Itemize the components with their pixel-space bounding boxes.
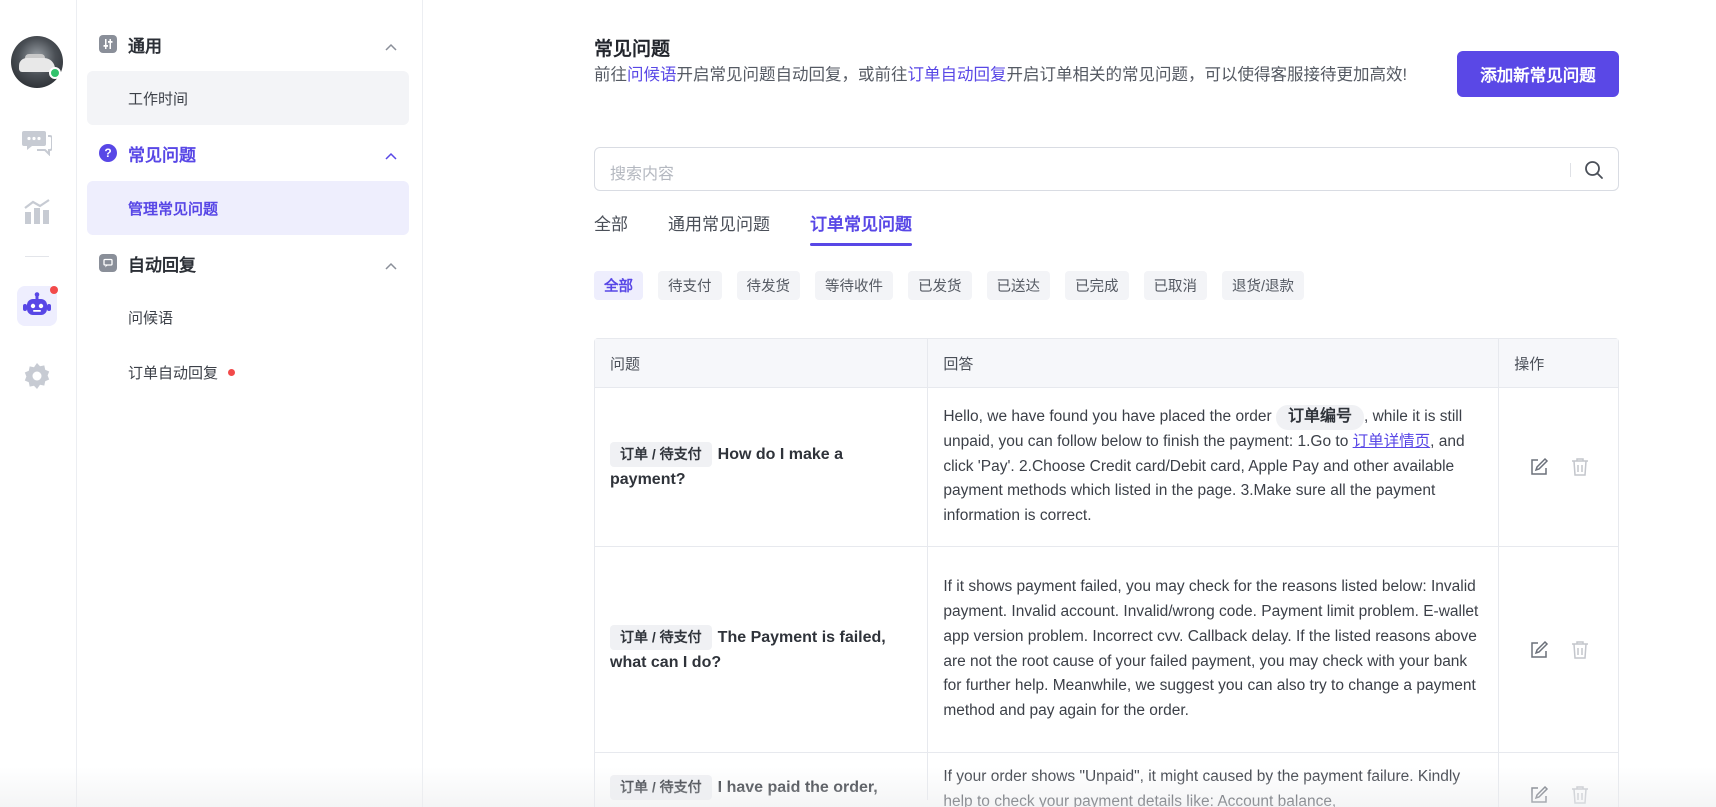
chip-all[interactable]: 全部 xyxy=(594,271,643,300)
menu-item-manage-faq[interactable]: 管理常见问题 xyxy=(87,181,409,235)
message-square-icon xyxy=(99,254,117,272)
menu-item-work-hours[interactable]: 工作时间 xyxy=(87,71,409,125)
desc-text: 开启订单相关的常见问题，可以使得客服接待更加高效! xyxy=(1006,66,1408,84)
desc-text: 开启常见问题自动回复，或前往 xyxy=(676,66,908,84)
chevron-up-icon[interactable] xyxy=(385,147,397,165)
tab-order-faq[interactable]: 订单常见问题 xyxy=(810,212,912,248)
menu-item-label: 管理常见问题 xyxy=(128,200,219,218)
delete-icon[interactable] xyxy=(1571,640,1589,660)
answer-cell: If your order shows "Unpaid", it might c… xyxy=(928,753,1500,807)
faq-table: 问题 回答 操作 订单 / 待支付 How do I make a payment… xyxy=(594,338,1619,807)
table-row: 订单 / 待支付 The Payment is failed, what can … xyxy=(595,547,1618,753)
faq-tabs: 全部 通用常见问题 订单常见问题 xyxy=(594,212,952,248)
chip-delivered[interactable]: 已送达 xyxy=(986,271,1050,300)
page-description: 前往问候语开启常见问题自动回复，或前往订单自动回复开启订单相关的常见问题，可以使… xyxy=(594,62,1424,89)
menu-item-order-auto-reply[interactable]: 订单自动回复 xyxy=(87,345,409,399)
sliders-icon xyxy=(99,35,117,53)
chip-shipped[interactable]: 已发货 xyxy=(908,271,972,300)
order-detail-link[interactable]: 订单详情页 xyxy=(1353,433,1431,450)
status-filter-chips: 全部 待支付 待发货 等待收件 已发货 已送达 已完成 已取消 退货/退款 xyxy=(594,271,1319,300)
chat-bubbles-icon[interactable] xyxy=(17,122,57,162)
menu-item-greeting[interactable]: 问候语 xyxy=(87,290,409,344)
chip-awaiting-receipt[interactable]: 等待收件 xyxy=(815,271,893,300)
chip-completed[interactable]: 已完成 xyxy=(1065,271,1129,300)
table-row: 订单 / 待支付 How do I make a payment? Hello, … xyxy=(595,388,1618,547)
menu-group-general[interactable]: 通用 xyxy=(87,24,409,64)
search-box[interactable]: 搜索内容 xyxy=(594,147,1619,191)
search-divider xyxy=(1570,163,1571,177)
menu-group-general-label: 通用 xyxy=(128,36,162,56)
main-content: 常见问题 前往问候语开启常见问题自动回复，或前往订单自动回复开启订单相关的常见问… xyxy=(594,0,1619,807)
menu-item-label: 工作时间 xyxy=(128,90,189,108)
answer-cell: If it shows payment failed, you may chec… xyxy=(928,547,1500,752)
order-auto-reply-link[interactable]: 订单自动回复 xyxy=(908,66,1007,84)
avatar[interactable] xyxy=(11,36,63,88)
icon-rail xyxy=(0,0,77,807)
gear-icon[interactable] xyxy=(17,356,57,396)
chevron-up-icon[interactable] xyxy=(385,38,397,56)
order-number-variable: 订单编号 xyxy=(1275,405,1364,430)
menu-group-auto-reply-label: 自动回复 xyxy=(128,255,196,275)
menu-item-label: 问候语 xyxy=(128,309,174,327)
edit-icon[interactable] xyxy=(1529,785,1549,805)
greeting-link[interactable]: 问候语 xyxy=(627,66,677,84)
edit-icon[interactable] xyxy=(1529,457,1549,477)
answer-text: Hello, we have found you have placed the… xyxy=(943,408,1276,426)
delete-icon[interactable] xyxy=(1571,785,1589,805)
search-input[interactable]: 搜索内容 xyxy=(610,160,674,184)
rail-divider xyxy=(25,256,49,257)
column-header-answer: 回答 xyxy=(928,339,1500,387)
bar-chart-icon[interactable] xyxy=(17,192,57,232)
answer-text: If your order shows "Unpaid", it might c… xyxy=(943,768,1461,807)
page-title: 常见问题 xyxy=(594,39,671,60)
question-cell: 订单 / 待支付 I have paid the order, xyxy=(595,753,929,800)
search-icon[interactable] xyxy=(1584,160,1604,185)
chevron-up-icon[interactable] xyxy=(385,257,397,275)
answer-cell: Hello, we have found you have placed the… xyxy=(928,388,1500,546)
actions-cell xyxy=(1499,388,1618,546)
menu-group-faq[interactable]: ? 常见问题 xyxy=(87,133,409,173)
category-tag: 订单 / 待支付 xyxy=(610,442,712,467)
table-row: 订单 / 待支付 I have paid the order, If your o… xyxy=(595,753,1618,807)
actions-cell xyxy=(1499,753,1618,805)
menu-group-faq-label: 常见问题 xyxy=(128,145,196,165)
chip-cancelled[interactable]: 已取消 xyxy=(1143,271,1207,300)
edit-icon[interactable] xyxy=(1529,640,1549,660)
delete-icon[interactable] xyxy=(1571,457,1589,477)
tab-all[interactable]: 全部 xyxy=(594,212,628,248)
chip-pending-payment[interactable]: 待支付 xyxy=(658,271,722,300)
question-circle-icon: ? xyxy=(99,144,117,162)
category-tag: 订单 / 待支付 xyxy=(610,624,712,650)
question-cell: 订单 / 待支付 How do I make a payment? xyxy=(595,388,929,546)
question-text: I have paid the order, xyxy=(717,779,878,796)
column-header-question: 问题 xyxy=(595,339,929,387)
answer-text: If it shows payment failed, you may chec… xyxy=(943,578,1479,719)
side-menu: 通用 工作时间 ? 常见问题 管理常见问题 自动回复 问候语 订单自动回复 xyxy=(77,0,423,807)
notification-dot xyxy=(228,368,236,376)
chip-pending-shipment[interactable]: 待发货 xyxy=(736,271,800,300)
menu-item-label: 订单自动回复 xyxy=(128,364,219,382)
question-cell: 订单 / 待支付 The Payment is failed, what can … xyxy=(595,547,929,752)
column-header-actions: 操作 xyxy=(1514,355,1545,373)
table-header: 问题 回答 操作 xyxy=(595,339,1618,388)
notification-badge xyxy=(50,286,58,294)
add-faq-button[interactable]: 添加新常见问题 xyxy=(1457,51,1619,97)
chip-return-refund[interactable]: 退货/退款 xyxy=(1222,271,1305,300)
online-status-dot xyxy=(49,67,61,79)
menu-group-auto-reply[interactable]: 自动回复 xyxy=(87,243,409,283)
actions-cell xyxy=(1499,547,1618,752)
tab-general-faq[interactable]: 通用常见问题 xyxy=(668,212,770,248)
desc-text: 前往 xyxy=(594,66,627,84)
category-tag: 订单 / 待支付 xyxy=(610,775,712,800)
